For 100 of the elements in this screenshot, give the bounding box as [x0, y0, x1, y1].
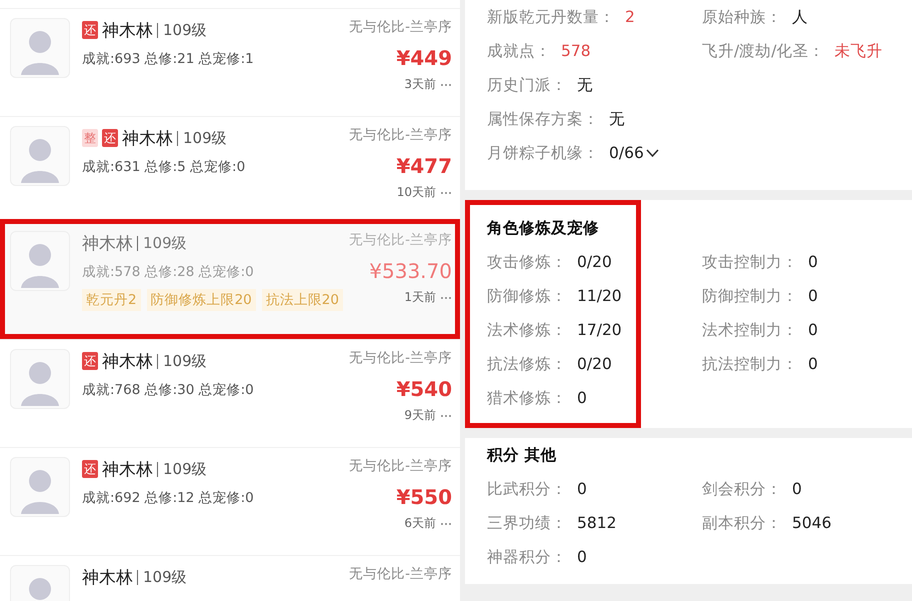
- level-text: 109级: [137, 570, 187, 584]
- time-text: 3天前: [404, 76, 436, 93]
- field-value: 17/20: [577, 321, 622, 339]
- field-label: 比武积分：: [487, 478, 567, 500]
- avatar-icon: [10, 231, 70, 291]
- chevron-icon[interactable]: [646, 148, 659, 158]
- status-badge: 还: [82, 352, 98, 370]
- field-value: 0: [808, 355, 818, 373]
- field-label: 猎术修炼：: [487, 388, 567, 408]
- server-name: 无与伦比-兰亭序: [349, 126, 452, 144]
- avatar-icon: [10, 349, 70, 409]
- field-label: 三界功绩：: [487, 512, 567, 534]
- field-value: 0: [577, 389, 587, 407]
- field-value: 5046: [792, 514, 832, 532]
- level-text: 109级: [157, 22, 207, 38]
- field-value: 2: [625, 8, 635, 26]
- field-label: 成就点：: [487, 40, 551, 62]
- field-label: 属性保存方案：: [487, 108, 599, 130]
- field-label: 新版乾元丹数量：: [487, 6, 615, 28]
- field-label: 防御控制力：: [702, 286, 798, 306]
- field-value: 无: [577, 74, 593, 96]
- field-label: 法术修炼：: [487, 320, 567, 340]
- field-value: 0/20: [577, 253, 612, 271]
- level-text: 109级: [157, 462, 207, 476]
- more-icon[interactable]: [440, 82, 452, 86]
- price: ¥449: [396, 46, 452, 70]
- feature-tag: 乾元丹2: [82, 289, 141, 311]
- listing-card[interactable]: 还 神木林 109级 成就:693 总修:21 总宠修:1 无与伦比-兰亭序 ¥449 3天前: [0, 8, 460, 116]
- field-label: 攻击控制力：: [702, 252, 798, 272]
- character-name: 神木林: [82, 566, 133, 588]
- stats-text: 成就:631 总修:5 总宠修:0: [82, 158, 246, 176]
- field-label: 攻击修炼：: [487, 252, 567, 272]
- stats-text: 成就:578 总修:28 总宠修:0: [82, 263, 255, 281]
- status-badge: 还: [82, 460, 98, 478]
- field-label: 历史门派：: [487, 74, 567, 96]
- field-value: 未飞升: [834, 40, 882, 62]
- more-icon[interactable]: [440, 414, 452, 418]
- server-name: 无与伦比-兰亭序: [349, 18, 452, 36]
- price: ¥477: [396, 154, 452, 178]
- time-text: 9天前: [404, 407, 436, 424]
- avatar-icon: [10, 126, 70, 186]
- time-text: 6天前: [404, 515, 436, 532]
- field-value: 0: [792, 480, 802, 498]
- price: ¥540: [396, 377, 452, 401]
- field-label: 剑会积分：: [702, 478, 782, 500]
- field-value: 11/20: [577, 287, 622, 305]
- price: ¥533.70: [369, 259, 452, 283]
- field-label: 抗法修炼：: [487, 354, 567, 374]
- feature-tag: 抗法上限20: [262, 289, 343, 311]
- more-icon[interactable]: [440, 190, 452, 194]
- server-name: 无与伦比-兰亭序: [349, 231, 452, 249]
- field-label: 法术控制力：: [702, 320, 798, 340]
- server-name: 无与伦比-兰亭序: [349, 349, 452, 367]
- listing-card[interactable]: 神木林 109级 成就:578 总修:28 总宠修:0 乾元丹2 防御修炼上限20 抗法上限20 无与伦比-兰亭序 ¥533.70 1天前: [0, 219, 460, 339]
- field-label: 原始种族：: [702, 6, 782, 28]
- field-value: 5812: [577, 514, 616, 532]
- time-text: 1天前: [404, 289, 436, 306]
- field-value: 0: [808, 321, 818, 339]
- status-badge: 整: [82, 129, 98, 147]
- field-label: 飞升/渡劫/化圣：: [702, 40, 824, 62]
- character-name: 神木林: [82, 232, 133, 254]
- character-name: 神木林: [102, 20, 153, 42]
- field-label: 防御修炼：: [487, 286, 567, 306]
- field-label: 副本积分：: [702, 512, 782, 534]
- server-name: 无与伦比-兰亭序: [349, 457, 452, 475]
- character-name: 神木林: [122, 128, 173, 150]
- field-value: 0: [577, 548, 587, 566]
- field-value: 0: [808, 253, 818, 271]
- field-value: 无: [609, 108, 625, 130]
- level-text: 109级: [137, 236, 187, 250]
- level-text: 109级: [157, 354, 207, 368]
- character-name: 神木林: [102, 458, 153, 480]
- field-value: 0: [808, 287, 818, 305]
- field-value: 0/66: [609, 144, 644, 162]
- field-label: 月饼粽子机缘：: [487, 142, 599, 164]
- field-value: 人: [792, 6, 808, 28]
- price: ¥550: [396, 485, 452, 509]
- more-icon[interactable]: [440, 296, 452, 300]
- status-badge: 还: [82, 21, 98, 39]
- field-value: 0/20: [577, 355, 612, 373]
- stats-text: 成就:693 总修:21 总宠修:1: [82, 50, 255, 68]
- field-label: 抗法控制力：: [702, 354, 798, 374]
- field-value: 578: [561, 42, 591, 60]
- field-label: 神器积分：: [487, 546, 567, 568]
- server-name: 无与伦比-兰亭序: [349, 565, 452, 583]
- level-text: 109级: [177, 130, 227, 146]
- avatar-icon: [10, 18, 70, 78]
- section-heading: 积分 其他: [487, 445, 558, 466]
- feature-tag: 防御修炼上限20: [146, 289, 256, 311]
- avatar-icon: [10, 457, 70, 517]
- listing-card[interactable]: 神木林 109级 无与伦比-兰亭序: [0, 555, 460, 601]
- more-icon[interactable]: [440, 522, 452, 526]
- status-badge: 还: [102, 129, 118, 147]
- character-name: 神木林: [102, 350, 153, 372]
- stats-text: 成就:692 总修:12 总宠修:0: [82, 489, 255, 507]
- listing-card[interactable]: 还 神木林 109级 成就:768 总修:30 总宠修:0 无与伦比-兰亭序 ¥540 9天前: [0, 339, 460, 447]
- time-text: 10天前: [396, 184, 436, 201]
- listing-card[interactable]: 还 神木林 109级 成就:692 总修:12 总宠修:0 无与伦比-兰亭序 ¥550 6天前: [0, 447, 460, 555]
- field-value: 0: [577, 480, 587, 498]
- section-heading: 角色修炼及宠修: [487, 218, 600, 239]
